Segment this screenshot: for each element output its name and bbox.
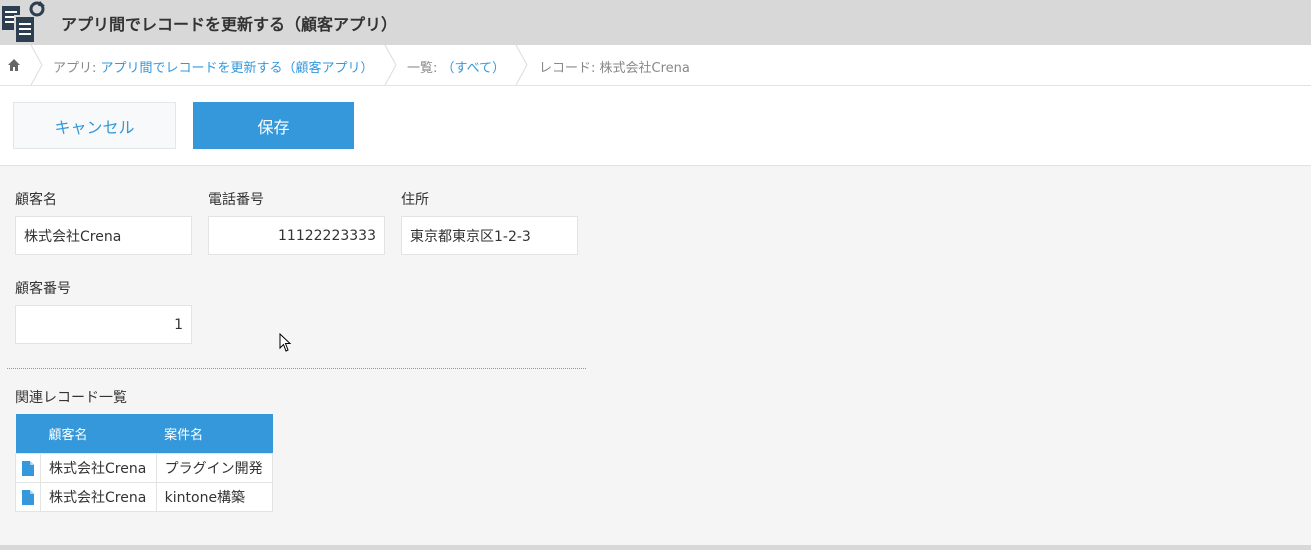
cancel-button[interactable]: キャンセル [13, 102, 176, 149]
customer-name-label: 顧客名 [15, 192, 57, 208]
phone-field[interactable]: 11122223333 [208, 216, 385, 255]
table-header-project-name: 案件名 [156, 414, 273, 454]
home-icon[interactable] [7, 58, 21, 72]
customer-number-label: 顧客番号 [15, 281, 71, 297]
table-cell-customer-name: 株式会社Crena [40, 453, 157, 483]
section-divider [7, 368, 586, 369]
breadcrumb-app: アプリ: アプリ間でレコードを更新する（顧客アプリ） [53, 57, 374, 76]
related-records-table: 顧客名 案件名 株式会社Crena プラグイン開発 株式会社Crena kint… [15, 414, 274, 512]
table-header-customer-name: 顧客名 [40, 414, 157, 454]
app-title: アプリ間でレコードを更新する（顧客アプリ） [61, 15, 398, 34]
toolbar: キャンセル 保存 [0, 86, 1311, 166]
customer-name-field[interactable]: 株式会社Crena [15, 216, 192, 255]
table-header-icon-column [15, 414, 41, 454]
breadcrumb: アプリ: アプリ間でレコードを更新する（顧客アプリ） 一覧: （すべて） レコー… [0, 45, 1311, 86]
table-cell-project-name: プラグイン開発 [155, 453, 274, 483]
breadcrumb-app-link[interactable]: アプリ間でレコードを更新する（顧客アプリ） [101, 61, 374, 76]
save-button[interactable]: 保存 [193, 102, 354, 149]
mouse-cursor-icon [279, 333, 292, 352]
breadcrumb-app-prefix: アプリ: [53, 61, 97, 76]
breadcrumb-list: 一覧: （すべて） [407, 57, 505, 76]
related-records-label: 関連レコード一覧 [15, 390, 127, 406]
app-icon [2, 1, 45, 44]
document-icon[interactable] [22, 489, 34, 505]
customer-number-field[interactable]: 1 [15, 305, 192, 344]
breadcrumb-list-link[interactable]: （すべて） [442, 61, 506, 76]
table-header-row: 顧客名 案件名 [15, 414, 273, 454]
table-row: 株式会社Crena プラグイン開発 [15, 453, 274, 483]
table-cell-icon [15, 453, 41, 483]
table-cell-project-name: kintone構築 [155, 482, 274, 512]
breadcrumb-record: レコード: 株式会社Crena [539, 61, 690, 76]
app-header: アプリ間でレコードを更新する（顧客アプリ） [0, 0, 1311, 45]
address-label: 住所 [401, 192, 429, 208]
breadcrumb-separator-icon [515, 45, 528, 85]
breadcrumb-separator-icon [30, 45, 43, 85]
table-cell-icon [15, 482, 41, 512]
phone-label: 電話番号 [208, 192, 264, 208]
address-field[interactable]: 東京都東京区1-2-3 [401, 216, 578, 255]
bottom-bar [0, 545, 1311, 550]
document-icon[interactable] [22, 460, 34, 476]
table-cell-customer-name: 株式会社Crena [40, 482, 157, 512]
breadcrumb-separator-icon [384, 45, 397, 85]
table-row: 株式会社Crena kintone構築 [15, 482, 274, 512]
breadcrumb-list-prefix: 一覧: [407, 61, 438, 76]
